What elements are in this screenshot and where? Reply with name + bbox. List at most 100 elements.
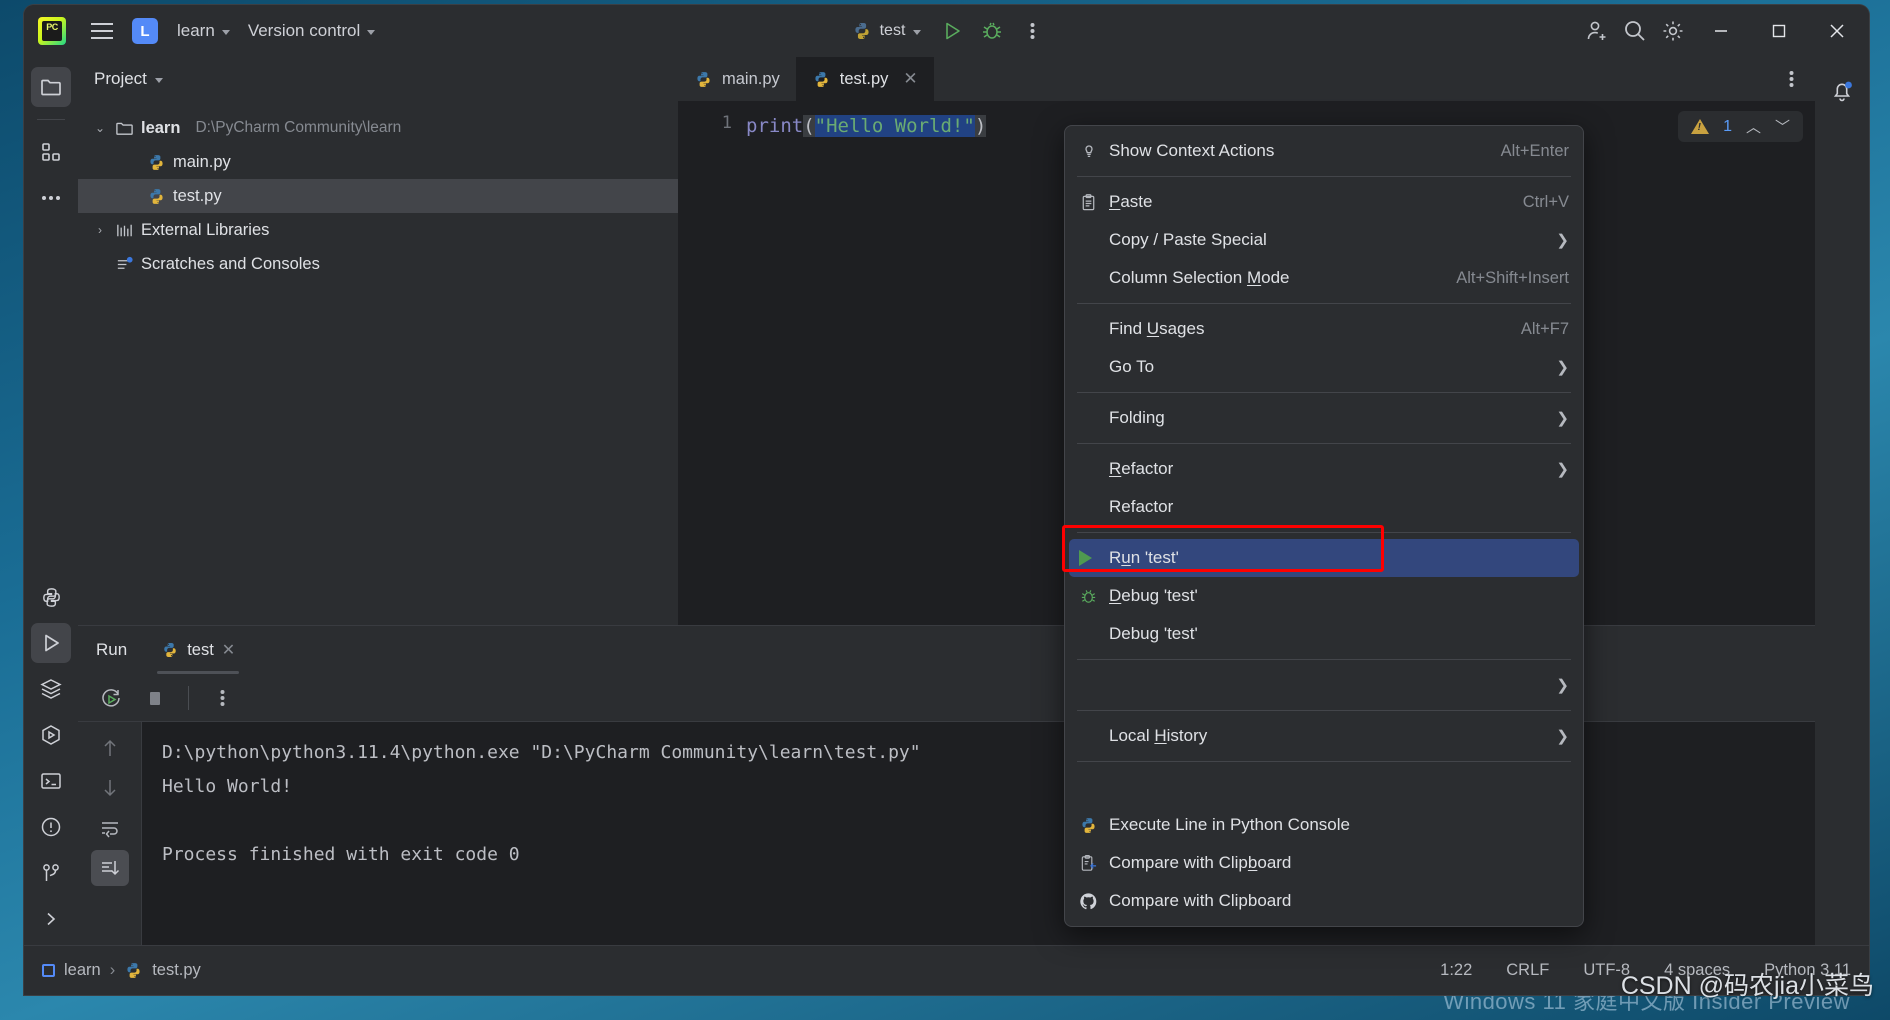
- debug-bug-icon: [1079, 587, 1109, 606]
- tree-item-external-libraries[interactable]: › External Libraries: [78, 213, 678, 247]
- close-tab-icon[interactable]: ✕: [903, 69, 917, 89]
- search-icon[interactable]: [1617, 14, 1653, 48]
- run-configuration-selector[interactable]: test: [843, 16, 931, 46]
- rail-terminal-button[interactable]: [31, 761, 71, 801]
- version-control-dropdown[interactable]: Version control: [240, 14, 383, 48]
- soft-wrap-icon[interactable]: [91, 810, 129, 846]
- menu-item-label: Debug 'test': [1109, 624, 1198, 643]
- chevron-down-icon[interactable]: ⌄: [92, 121, 108, 135]
- menu-item-paste[interactable]: Paste Ctrl+V: [1065, 183, 1583, 221]
- python-file-icon: [150, 154, 163, 170]
- chevron-down-icon[interactable]: ﹀: [1775, 116, 1790, 137]
- compare-clipboard-icon: [1079, 854, 1109, 873]
- menu-item-refactor[interactable]: Refactor ❯: [1065, 450, 1583, 488]
- menu-item-execute-line-in-python-console[interactable]: [1065, 768, 1583, 806]
- scroll-up-icon[interactable]: [91, 730, 129, 766]
- close-button[interactable]: [1809, 5, 1865, 57]
- editor-tab-main-py[interactable]: main.py: [678, 57, 796, 101]
- menu-item-label: Paste: [1109, 192, 1153, 211]
- scroll-to-end-icon[interactable]: [90, 850, 129, 886]
- menu-item-shortcut: Ctrl+V: [1522, 192, 1569, 211]
- editor-tab-test-py[interactable]: test.py ✕: [795, 57, 934, 101]
- menu-separator: [1077, 303, 1571, 304]
- minimize-button[interactable]: [1693, 5, 1749, 57]
- interpreter-setting[interactable]: Python 3.11: [1764, 961, 1851, 980]
- scroll-down-icon[interactable]: [91, 770, 129, 806]
- inspection-widget[interactable]: 1 ︿ ﹀: [1678, 111, 1803, 142]
- menu-item-go-to[interactable]: Go To ❯: [1065, 348, 1583, 386]
- menu-item-label: Copy / Paste Special: [1109, 230, 1267, 249]
- main-menu-icon[interactable]: [82, 12, 122, 50]
- settings-gear-icon[interactable]: [1655, 14, 1691, 48]
- menu-item-shortcut: Alt+F7: [1520, 319, 1569, 338]
- menu-item-run-file-in-python-console[interactable]: Execute Line in Python Console: [1065, 806, 1583, 844]
- notifications-bell-icon[interactable]: [1822, 71, 1862, 111]
- menu-item-generate[interactable]: Refactor: [1065, 488, 1583, 526]
- tree-item-test-py[interactable]: test.py: [78, 179, 678, 213]
- breadcrumb[interactable]: learn › test.py: [42, 961, 201, 980]
- caret-position[interactable]: 1:22: [1440, 961, 1472, 980]
- github-icon: [1079, 892, 1109, 911]
- chevron-right-icon: ❯: [1556, 461, 1569, 478]
- rail-services-button[interactable]: [31, 669, 71, 709]
- run-more-options-icon[interactable]: [203, 680, 241, 716]
- menu-item-create-gist[interactable]: Compare with Clipboard: [1065, 882, 1583, 920]
- menu-item-show-context-actions[interactable]: Show Context Actions Alt+Enter: [1065, 132, 1583, 170]
- menu-item-compare-with-clipboard[interactable]: Compare with Clipboard: [1065, 844, 1583, 882]
- menu-item-folding[interactable]: Folding ❯: [1065, 399, 1583, 437]
- line-separator[interactable]: CRLF: [1506, 961, 1549, 980]
- tree-item-learn[interactable]: ⌄ learn D:\PyCharm Community\learn: [78, 111, 678, 145]
- breadcrumb-file: test.py: [152, 961, 201, 979]
- pycharm-window: PC L learn Version control test Project …: [24, 5, 1869, 995]
- menu-item-modify-run-configuration[interactable]: Debug 'test': [1065, 615, 1583, 653]
- debug-button[interactable]: [974, 14, 1010, 48]
- project-panel-header[interactable]: Project: [78, 57, 678, 101]
- account-icon[interactable]: [1579, 14, 1615, 48]
- left-tool-rail: [24, 57, 78, 945]
- clipboard-paste-icon: [1079, 193, 1109, 212]
- rail-python-packages-button[interactable]: [31, 577, 71, 617]
- breadcrumb-separator-icon: ›: [109, 961, 116, 979]
- chevron-right-icon[interactable]: ›: [92, 223, 108, 237]
- rail-expand-button[interactable]: [31, 899, 71, 939]
- menu-item-copy-paste-special[interactable]: Copy / Paste Special ❯: [1065, 221, 1583, 259]
- rerun-button[interactable]: [92, 680, 130, 716]
- project-name-dropdown[interactable]: learn: [169, 14, 238, 48]
- menu-item-label: Debug 'test': [1109, 586, 1198, 605]
- rail-project-button[interactable]: [31, 67, 71, 107]
- run-tab-test[interactable]: test ✕: [153, 626, 243, 674]
- rail-run-button[interactable]: [31, 623, 71, 663]
- project-tree: ⌄ learn D:\PyCharm Community\learn main.…: [78, 101, 678, 281]
- rail-version-control-button[interactable]: [31, 853, 71, 893]
- tree-item-label: External Libraries: [141, 220, 270, 239]
- run-button[interactable]: [934, 14, 970, 48]
- menu-item-local-history[interactable]: Local History ❯: [1065, 717, 1583, 755]
- code-token-open-paren: (: [803, 115, 815, 137]
- menu-item-column-selection-mode[interactable]: Column Selection Mode Alt+Shift+Insert: [1065, 259, 1583, 297]
- menu-item-label: Compare with Clipboard: [1109, 891, 1292, 910]
- file-encoding[interactable]: UTF-8: [1583, 961, 1630, 980]
- menu-item-label: Execute Line in Python Console: [1109, 815, 1350, 834]
- python-icon: [1079, 816, 1109, 835]
- chevron-up-icon[interactable]: ︿: [1746, 116, 1761, 137]
- indent-setting[interactable]: 4 spaces: [1664, 961, 1730, 980]
- tree-item-main-py[interactable]: main.py: [78, 145, 678, 179]
- menu-item-label: Refactor: [1109, 459, 1174, 478]
- menu-item-find-usages[interactable]: Find Usages Alt+F7: [1065, 310, 1583, 348]
- more-actions-icon[interactable]: [1014, 14, 1050, 48]
- menu-item-open-in[interactable]: ❯: [1065, 666, 1583, 704]
- run-play-icon: [1079, 550, 1109, 566]
- maximize-button[interactable]: [1751, 5, 1807, 57]
- close-run-tab-icon[interactable]: ✕: [222, 640, 235, 660]
- stop-button[interactable]: [136, 680, 174, 716]
- lightbulb-icon: [1079, 141, 1109, 161]
- rail-more-button[interactable]: [31, 178, 71, 218]
- editor-tab-label: main.py: [722, 69, 780, 88]
- editor-options-icon[interactable]: [1767, 57, 1815, 101]
- rail-problems-button[interactable]: [31, 807, 71, 847]
- rail-coverage-button[interactable]: [31, 715, 71, 755]
- menu-item-debug-test[interactable]: Debug 'test': [1065, 577, 1583, 615]
- rail-structure-button[interactable]: [31, 132, 71, 172]
- tree-item-scratches-and-consoles[interactable]: Scratches and Consoles: [78, 247, 678, 281]
- menu-item-run-test[interactable]: Run 'test': [1069, 539, 1579, 577]
